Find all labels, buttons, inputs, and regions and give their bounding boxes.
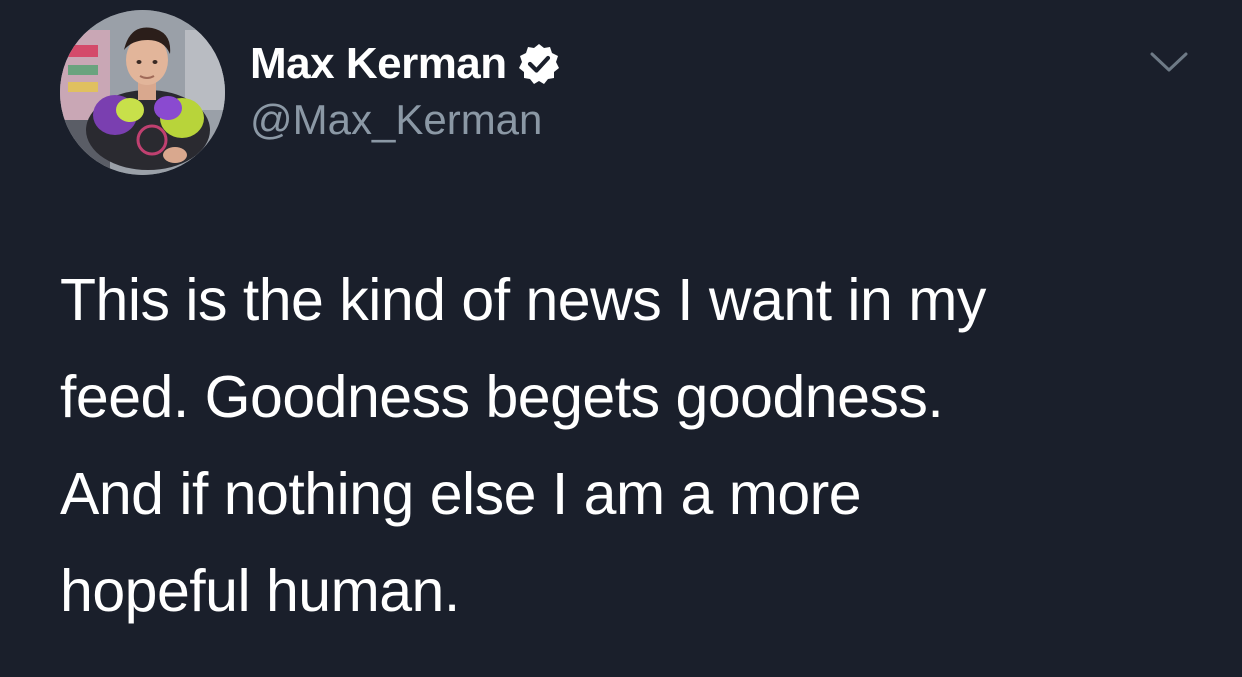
tweet-text-line: And if nothing else I am a more: [60, 461, 862, 527]
verified-badge-icon: [517, 42, 561, 86]
avatar-image: [60, 10, 225, 175]
author-name-row: Max Kerman: [250, 36, 561, 92]
tweet-text-line: feed. Goodness begets goodness.: [60, 364, 944, 430]
author-handle[interactable]: @Max_Kerman: [250, 96, 542, 144]
tweet-card: Max Kerman @Max_Kerman This is the kind …: [0, 0, 1242, 677]
chevron-down-icon[interactable]: [1148, 46, 1190, 78]
tweet-text-line: hopeful human.: [60, 558, 460, 624]
avatar[interactable]: [60, 10, 225, 175]
tweet-text: This is the kind of news I want in my fe…: [60, 252, 1180, 640]
tweet-text-line: This is the kind of news I want in my: [60, 267, 986, 333]
display-name[interactable]: Max Kerman: [250, 39, 507, 89]
